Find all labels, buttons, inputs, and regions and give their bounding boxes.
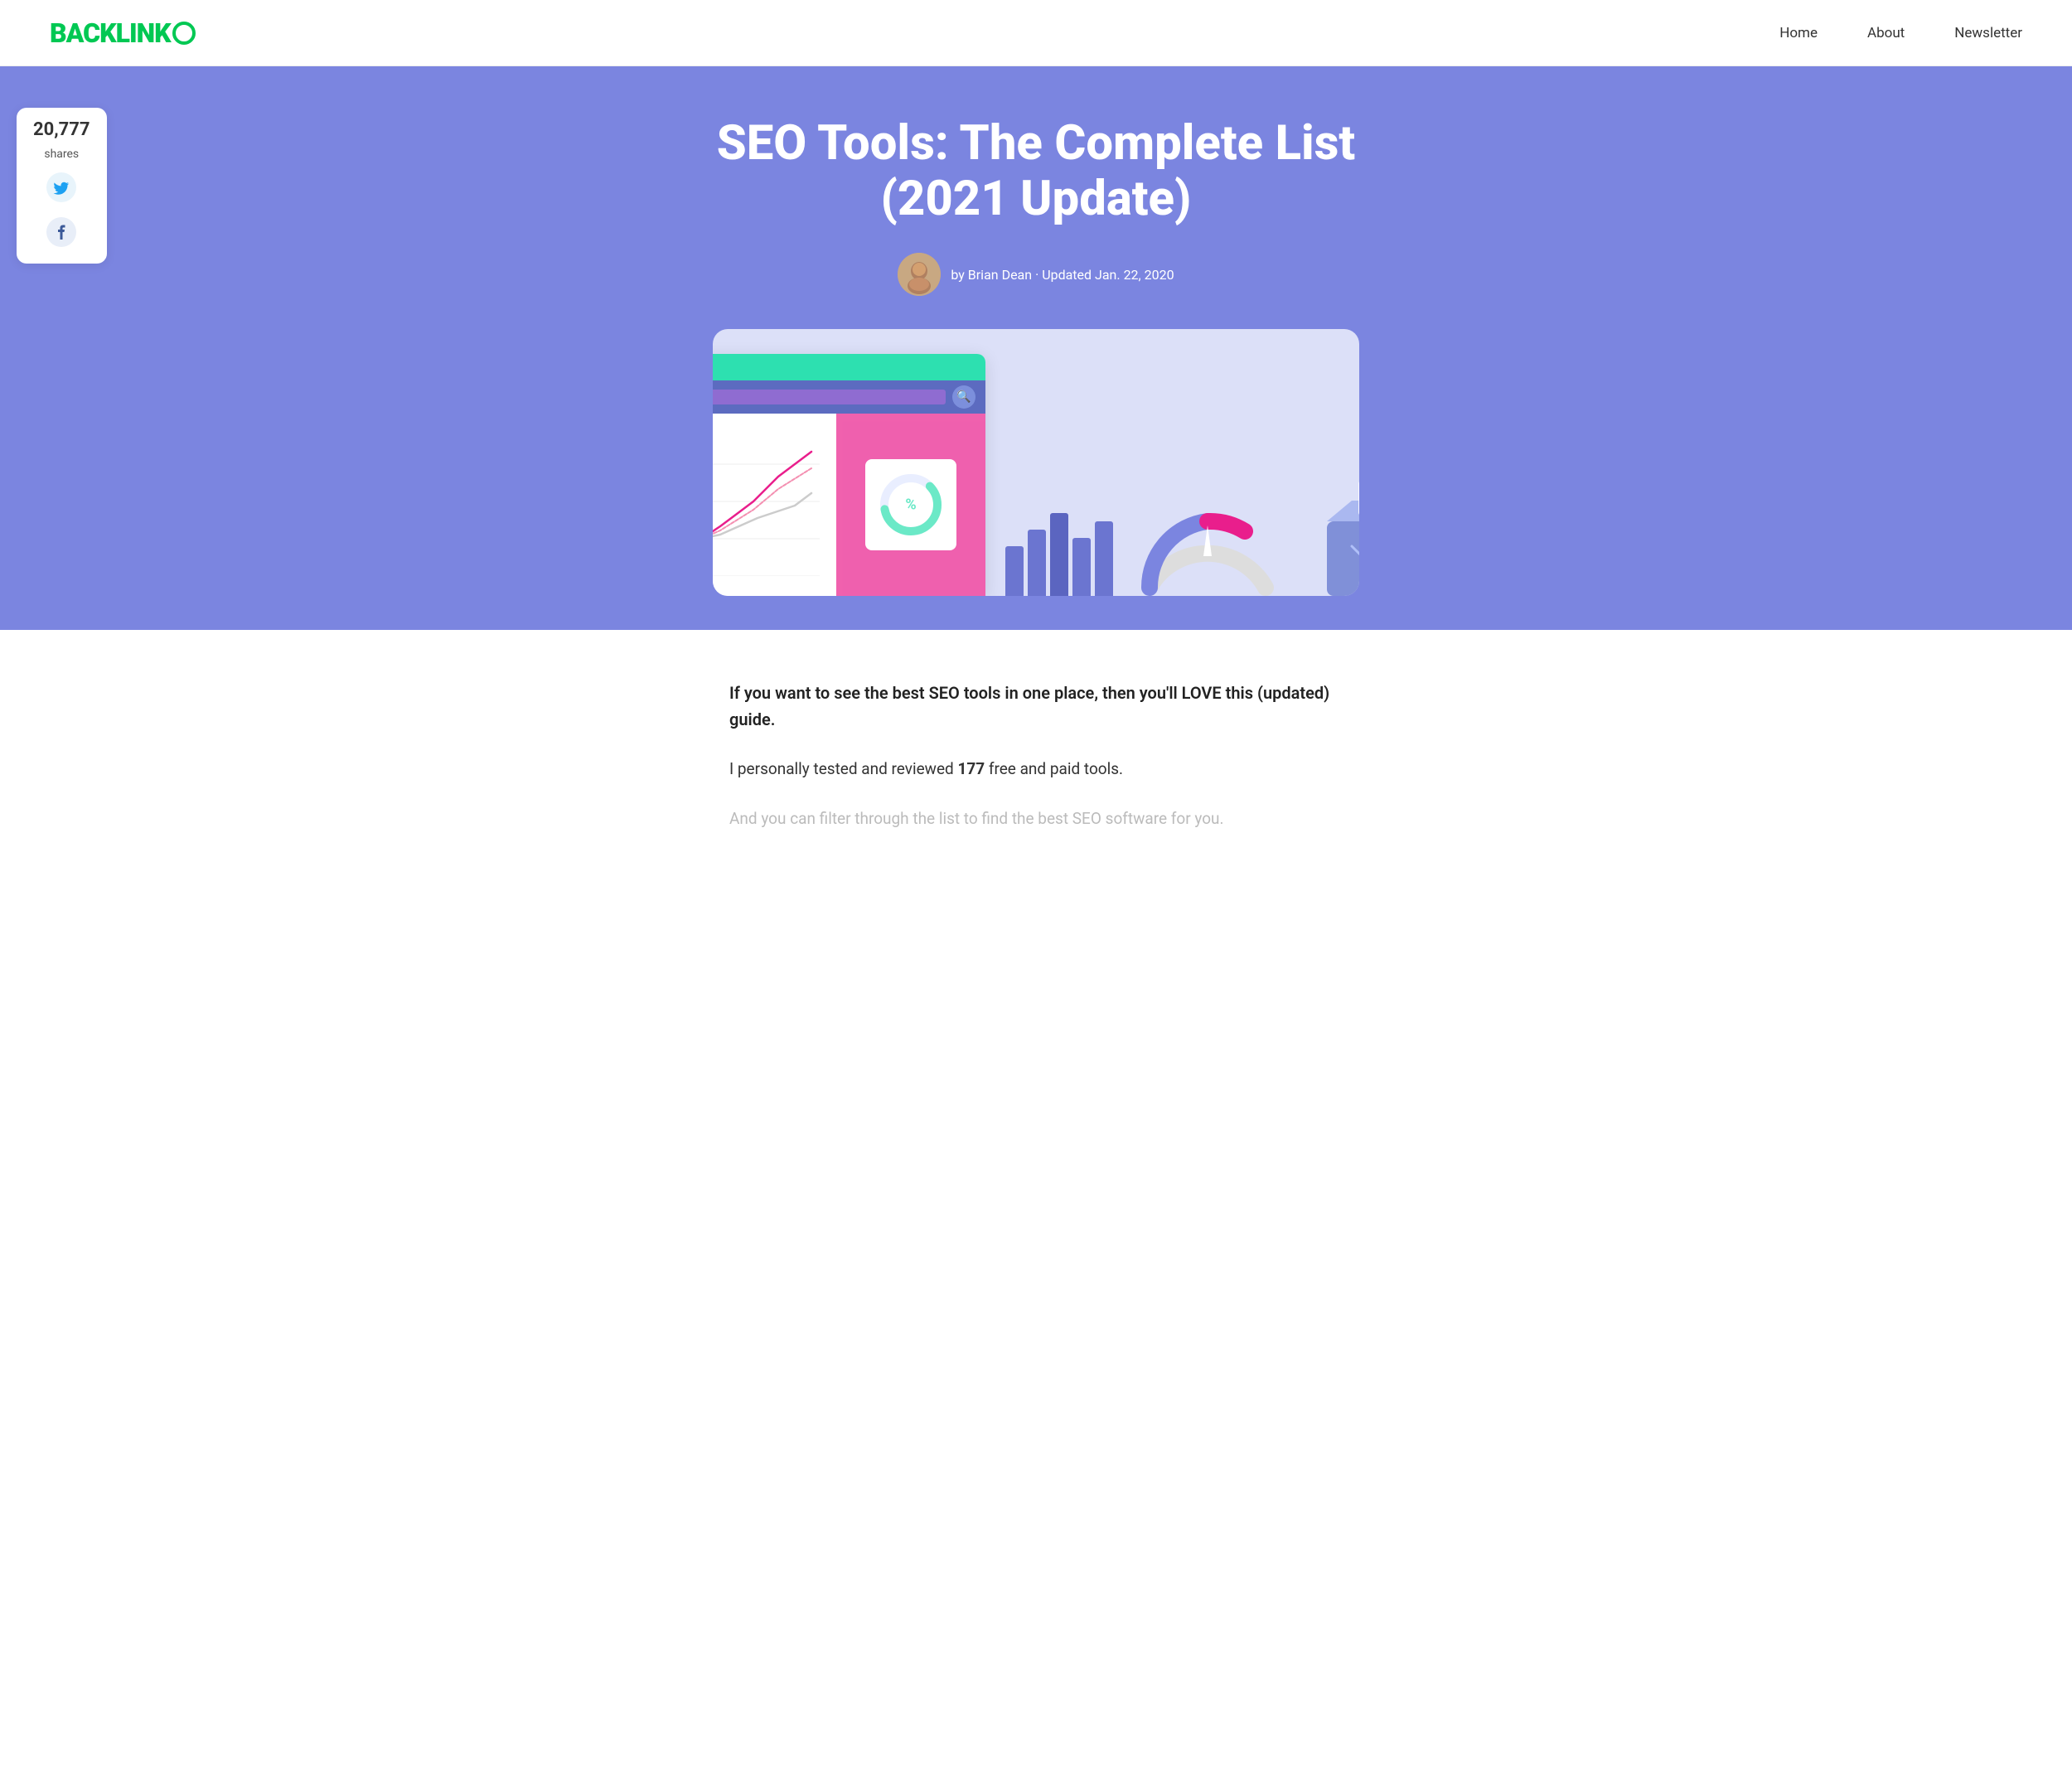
share-count: 20,777 [33, 121, 90, 139]
intro-number: 177 [957, 759, 985, 778]
bar-chart-small [1005, 513, 1113, 596]
intro-paragraph-bold: If you want to see the best SEO tools in… [729, 680, 1343, 733]
site-logo[interactable]: BACKLINK [50, 17, 196, 49]
share-sidebar: 20,777 shares [17, 108, 107, 264]
twitter-share-button[interactable] [43, 169, 80, 206]
nav-newsletter[interactable]: Newsletter [1954, 25, 2022, 41]
hero-inner: SEO Tools: The Complete List (2021 Updat… [663, 116, 1409, 596]
intro-prefix: I personally tested and reviewed [729, 759, 957, 778]
line-chart [713, 427, 823, 576]
author-avatar-image [898, 253, 941, 296]
donut-label: % [905, 496, 916, 514]
toolbox-svg: % [1302, 463, 1359, 596]
twitter-icon [46, 172, 76, 202]
intro-paragraph-normal: I personally tested and reviewed 177 fre… [729, 756, 1343, 782]
bar-5 [1095, 521, 1113, 596]
nav-links: Home About Newsletter [1779, 25, 2022, 41]
browser-content: % [713, 414, 985, 596]
bar-4 [1072, 538, 1091, 596]
bar-1 [1005, 546, 1024, 596]
search-icon: 🔍 [952, 385, 975, 409]
intro-suffix: free and paid tools. [985, 759, 1123, 778]
chart-area [713, 414, 836, 596]
browser-search-bar: 🔍 [713, 380, 985, 414]
bottom-elements [1005, 513, 1113, 596]
author-text: by Brian Dean · Updated Jan. 22, 2020 [951, 267, 1174, 283]
share-label: shares [44, 148, 79, 161]
donut-chart: % [874, 467, 948, 542]
navbar: BACKLINK Home About Newsletter [0, 0, 2072, 66]
intro-paragraph-faded: And you can filter through the list to f… [729, 806, 1343, 832]
radial-chart-svg [1133, 480, 1282, 596]
browser-window: 🔍 [713, 354, 985, 596]
hero-section: 20,777 shares SEO Tools: The Complete Li… [0, 66, 2072, 630]
toolbox: % [1302, 463, 1359, 596]
hero-illustration: 🔍 [713, 329, 1359, 596]
logo-text: BACKLINK [50, 17, 171, 49]
browser-bar [713, 354, 985, 380]
nav-about[interactable]: About [1867, 25, 1905, 41]
author-avatar [898, 253, 941, 296]
pink-panel: % [836, 414, 985, 596]
search-squiggle [713, 390, 946, 404]
nav-home[interactable]: Home [1779, 25, 1818, 41]
hero-title: SEO Tools: The Complete List (2021 Updat… [663, 116, 1409, 226]
radial-chart [1133, 480, 1282, 596]
logo-o-circle [172, 22, 196, 45]
author-line: by Brian Dean · Updated Jan. 22, 2020 [663, 253, 1409, 296]
bar-3 [1050, 513, 1068, 596]
article-content: If you want to see the best SEO tools in… [696, 630, 1376, 883]
donut-chart-container: % [865, 459, 956, 550]
bar-2 [1028, 530, 1046, 596]
facebook-share-button[interactable] [43, 214, 80, 250]
facebook-icon [46, 217, 76, 247]
